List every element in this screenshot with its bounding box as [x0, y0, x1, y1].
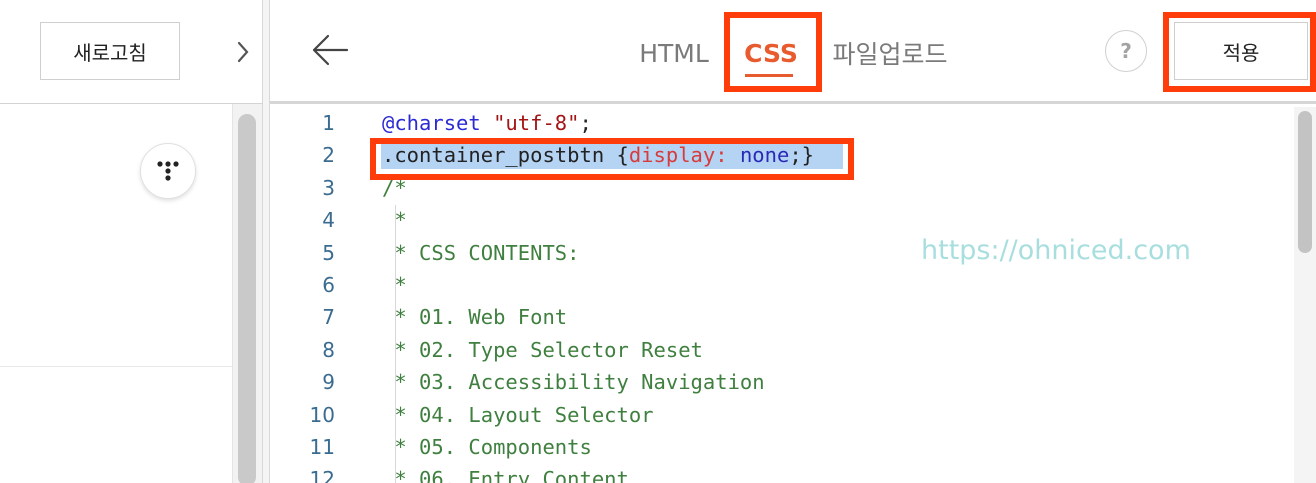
code-text: * 06. Entry Content: [382, 463, 629, 483]
refresh-button[interactable]: 새로고침: [40, 22, 180, 80]
left-panel: 새로고침: [0, 0, 262, 483]
code-text: @charset "utf-8";: [382, 107, 592, 139]
line-number: 10: [309, 402, 335, 427]
code-token: * 05. Components: [382, 435, 592, 459]
more-dots-icon[interactable]: [140, 143, 196, 199]
left-toolbar: 새로고침: [0, 0, 262, 104]
code-token: *: [382, 273, 407, 297]
code-text: * CSS CONTENTS:: [382, 237, 579, 269]
left-scrollbar-thumb[interactable]: [238, 114, 256, 483]
highlight-box-apply: [1163, 12, 1316, 92]
code-token: *: [382, 208, 407, 233]
code-line[interactable]: 1 @charset "utf-8";: [270, 107, 1316, 139]
panel-splitter[interactable]: [262, 0, 270, 483]
code-text: *: [382, 269, 407, 301]
line-number: 7: [322, 305, 335, 330]
code-token: * CSS CONTENTS:: [382, 240, 580, 265]
code-text: * 03. Accessibility Navigation: [382, 366, 765, 398]
code-token: * 02. Type Selector Reset: [382, 337, 703, 362]
divider: [0, 366, 232, 367]
code-text: * 01. Web Font: [382, 301, 567, 333]
code-line[interactable]: 10 * 04. Layout Selector: [270, 399, 1316, 431]
editor-panel: HTML CSS 파일업로드 ? 적용 1 @charset "utf-8"; 2.…: [270, 0, 1316, 483]
line-number: 4: [322, 208, 335, 233]
code-line[interactable]: 9 * 03. Accessibility Navigation: [270, 366, 1316, 398]
code-line[interactable]: 7 * 01. Web Font: [270, 301, 1316, 333]
code-text: * 05. Components: [382, 431, 592, 463]
highlight-box-css-tab: [724, 12, 822, 92]
line-number: 9: [322, 370, 335, 395]
code-token: * 04. Layout Selector: [382, 402, 654, 427]
code-line[interactable]: 4 *: [270, 204, 1316, 236]
tab-file-upload[interactable]: 파일업로드: [826, 30, 954, 76]
highlight-box-code-line: [370, 138, 854, 180]
line-number: 11: [309, 435, 335, 459]
chevron-right-icon[interactable]: [228, 22, 258, 82]
watermark: https://ohniced.com: [921, 235, 1191, 266]
line-number: 1: [322, 111, 335, 135]
line-number: 8: [322, 337, 335, 362]
code-editor[interactable]: 1 @charset "utf-8"; 2 .container_postbtn {d…: [270, 107, 1316, 483]
code-token: "utf-8": [493, 111, 580, 135]
editor-scrollbar[interactable]: [1294, 107, 1316, 483]
code-line[interactable]: 6 *: [270, 269, 1316, 301]
code-line[interactable]: 8 * 02. Type Selector Reset: [270, 334, 1316, 366]
line-number: 3: [322, 175, 335, 200]
tab-html[interactable]: HTML: [634, 30, 714, 76]
code-token: * 03. Accessibility Navigation: [382, 370, 765, 395]
code-line[interactable]: 11 * 05. Components: [270, 431, 1316, 463]
editor-header: HTML CSS 파일업로드 ? 적용: [270, 0, 1316, 104]
code-token: ;: [579, 111, 592, 135]
line-number: 12: [309, 467, 335, 483]
arrow-left-icon[interactable]: [308, 28, 352, 72]
line-number: 5: [322, 240, 335, 265]
code-token: * 06. Entry Content: [382, 467, 629, 483]
line-number: 2: [322, 143, 335, 168]
line-number: 6: [322, 273, 335, 297]
help-button[interactable]: ?: [1105, 30, 1147, 72]
code-token: @charset: [382, 111, 481, 135]
code-token: * 01. Web Font: [382, 305, 568, 330]
code-text: * 02. Type Selector Reset: [382, 334, 703, 366]
editor-scrollbar-thumb[interactable]: [1298, 111, 1312, 253]
code-line[interactable]: 12 * 06. Entry Content: [270, 463, 1316, 483]
code-text: *: [382, 204, 407, 236]
left-scrollbar[interactable]: [232, 104, 262, 483]
code-text: * 04. Layout Selector: [382, 399, 654, 431]
